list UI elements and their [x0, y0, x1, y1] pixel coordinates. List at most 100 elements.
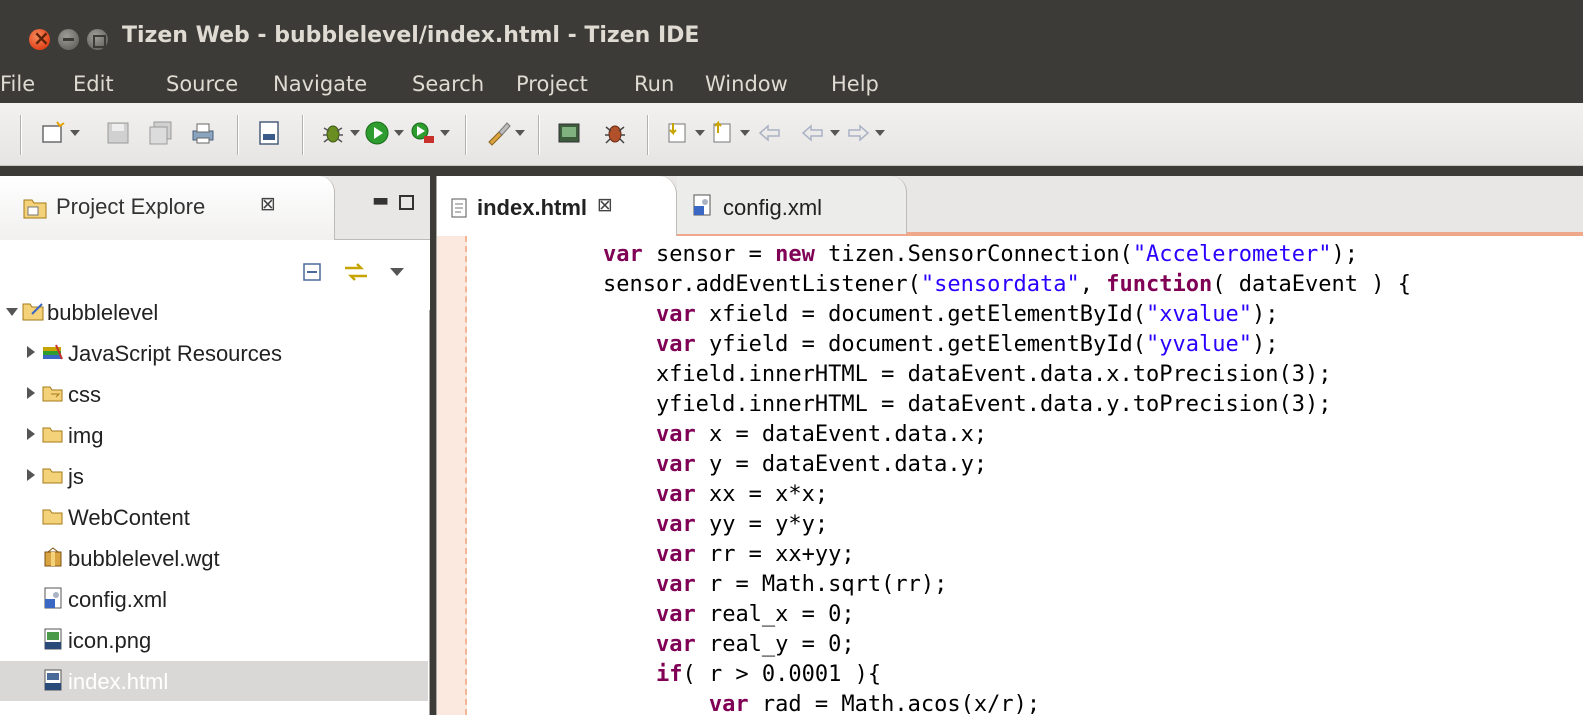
- print-icon[interactable]: [190, 120, 216, 146]
- html-file-icon: [451, 198, 467, 218]
- minimize-view-icon[interactable]: ▬: [372, 190, 389, 211]
- code-line[interactable]: var sensor = new tizen.SensorConnection(…: [497, 240, 1358, 270]
- run-icon[interactable]: [364, 120, 390, 146]
- tree-item-icon-png[interactable]: icon.png: [0, 620, 428, 660]
- toolbar-separator: [538, 115, 540, 155]
- window-title: Tizen Web - bubblelevel/index.html - Tiz…: [122, 23, 700, 48]
- last-edit-location-icon[interactable]: [757, 120, 783, 146]
- collapsed-arrow-icon[interactable]: [27, 387, 35, 399]
- tab-index-html[interactable]: index.html ⊠: [437, 176, 677, 236]
- code-line[interactable]: var rad = Math.acos(x/r);: [497, 690, 1040, 715]
- code-line[interactable]: var yfield = document.getElementById("yv…: [497, 330, 1279, 360]
- code-line[interactable]: var y = dataEvent.data.y;: [497, 450, 987, 480]
- tree-item-bubblelevel[interactable]: bubblelevel: [0, 292, 428, 332]
- project-explorer-tab[interactable]: Project Explore ⊠: [0, 176, 335, 240]
- tree-item-css[interactable]: css: [0, 374, 428, 414]
- code-line[interactable]: xfield.innerHTML = dataEvent.data.x.toPr…: [497, 360, 1332, 390]
- close-tab-icon[interactable]: ⊠: [260, 193, 276, 215]
- maximize-view-icon[interactable]: [399, 195, 414, 210]
- code-line[interactable]: sensor.addEventListener("sensordata", fu…: [497, 270, 1411, 300]
- menu-bar: File Edit Source Navigate Search Project…: [0, 65, 1583, 103]
- previous-annotation-dropdown-icon[interactable]: [740, 130, 750, 136]
- collapsed-arrow-icon[interactable]: [27, 346, 35, 358]
- tree-item-webcontent[interactable]: WebContent: [0, 497, 428, 537]
- tree-item-javascript-resources[interactable]: JavaScript Resources: [0, 333, 428, 373]
- tab-label: config.xml: [723, 195, 823, 220]
- tab-label: index.html: [477, 195, 588, 220]
- collapse-all-icon[interactable]: [302, 262, 322, 282]
- close-window-button[interactable]: [29, 26, 50, 50]
- tab-config-xml[interactable]: config.xml: [677, 176, 907, 234]
- bug-icon[interactable]: [602, 120, 628, 146]
- library-icon: [43, 344, 63, 360]
- collapsed-arrow-icon[interactable]: [27, 428, 35, 440]
- close-tab-icon[interactable]: ⊠: [597, 194, 613, 216]
- tree-item-config-xml[interactable]: config.xml: [0, 579, 428, 619]
- toolbar-separator: [647, 115, 649, 155]
- tree-item-label: WebContent: [68, 505, 190, 530]
- editor-tab-row: index.html ⊠ config.xml: [437, 176, 1583, 236]
- back-dropdown-icon[interactable]: [830, 130, 840, 136]
- menu-window[interactable]: Window: [705, 65, 788, 103]
- menu-run[interactable]: Run: [634, 65, 674, 103]
- brush-icon[interactable]: [485, 120, 511, 146]
- folder-icon: [42, 509, 63, 525]
- maximize-window-button[interactable]: [87, 29, 108, 50]
- menu-navigate[interactable]: Navigate: [273, 65, 367, 103]
- project-explorer-tab-row: Project Explore ⊠ ▬: [0, 176, 430, 240]
- tree-item-js[interactable]: js: [0, 456, 428, 496]
- toolbar-separator: [20, 115, 22, 155]
- link-with-editor-icon[interactable]: [343, 260, 369, 284]
- code-line[interactable]: var r = Math.sqrt(rr);: [497, 570, 947, 600]
- next-annotation-icon[interactable]: [665, 120, 691, 146]
- code-line[interactable]: var real_y = 0;: [497, 630, 855, 660]
- package-icon: [44, 547, 62, 567]
- html-file-icon: [44, 669, 62, 691]
- tree-item-bubblelevel-wgt[interactable]: bubblelevel.wgt: [0, 538, 428, 578]
- tree-item-label: icon.png: [68, 628, 152, 653]
- menu-edit[interactable]: Edit: [73, 65, 114, 103]
- tree-item-index-html[interactable]: index.html: [0, 661, 428, 701]
- tree-item-label: bubblelevel: [47, 300, 159, 325]
- forward-dropdown-icon[interactable]: [875, 130, 885, 136]
- menu-help[interactable]: Help: [831, 65, 879, 103]
- emulator-icon[interactable]: [556, 120, 582, 146]
- code-line[interactable]: var rr = xx+yy;: [497, 540, 855, 570]
- tree-item-img[interactable]: img: [0, 415, 428, 455]
- code-line[interactable]: yfield.innerHTML = dataEvent.data.y.toPr…: [497, 390, 1332, 420]
- code-line[interactable]: var xx = x*x;: [497, 480, 828, 510]
- collapsed-arrow-icon[interactable]: [27, 469, 35, 481]
- next-annotation-dropdown-icon[interactable]: [695, 130, 705, 136]
- menu-source[interactable]: Source: [166, 65, 238, 103]
- back-icon[interactable]: [800, 120, 826, 146]
- brush-dropdown-icon[interactable]: [515, 130, 525, 136]
- menu-file[interactable]: File: [0, 65, 35, 103]
- code-line[interactable]: var x = dataEvent.data.x;: [497, 420, 987, 450]
- view-menu-icon[interactable]: [390, 268, 404, 276]
- expanded-arrow-icon[interactable]: [6, 308, 18, 316]
- external-tools-icon[interactable]: [410, 120, 436, 146]
- tree-item-label: js: [68, 464, 84, 489]
- tree-item-label: bubblelevel.wgt: [68, 546, 220, 571]
- menu-search[interactable]: Search: [412, 65, 484, 103]
- debug-icon[interactable]: [320, 120, 346, 146]
- save-all-icon[interactable]: [148, 120, 174, 146]
- new-file-icon[interactable]: [40, 120, 66, 146]
- forward-icon[interactable]: [845, 120, 871, 146]
- menu-project[interactable]: Project: [516, 65, 588, 103]
- minimize-window-button[interactable]: [58, 29, 79, 50]
- run-dropdown-icon[interactable]: [394, 130, 404, 136]
- code-line[interactable]: var yy = y*y;: [497, 510, 828, 540]
- code-line[interactable]: var real_x = 0;: [497, 600, 855, 630]
- title-bar: Tizen Web - bubblelevel/index.html - Tiz…: [0, 0, 1583, 63]
- tree-item-label: JavaScript Resources: [68, 341, 282, 366]
- previous-annotation-icon[interactable]: [710, 120, 736, 146]
- debug-dropdown-icon[interactable]: [350, 130, 360, 136]
- new-file-dropdown-icon[interactable]: [70, 130, 80, 136]
- code-line[interactable]: if( r > 0.0001 ){: [497, 660, 881, 690]
- external-tools-dropdown-icon[interactable]: [440, 130, 450, 136]
- code-line[interactable]: var xfield = document.getElementById("xv…: [497, 300, 1279, 330]
- xml-file-icon: [693, 194, 711, 216]
- binary-file-icon[interactable]: [256, 120, 282, 146]
- save-icon[interactable]: [105, 120, 131, 146]
